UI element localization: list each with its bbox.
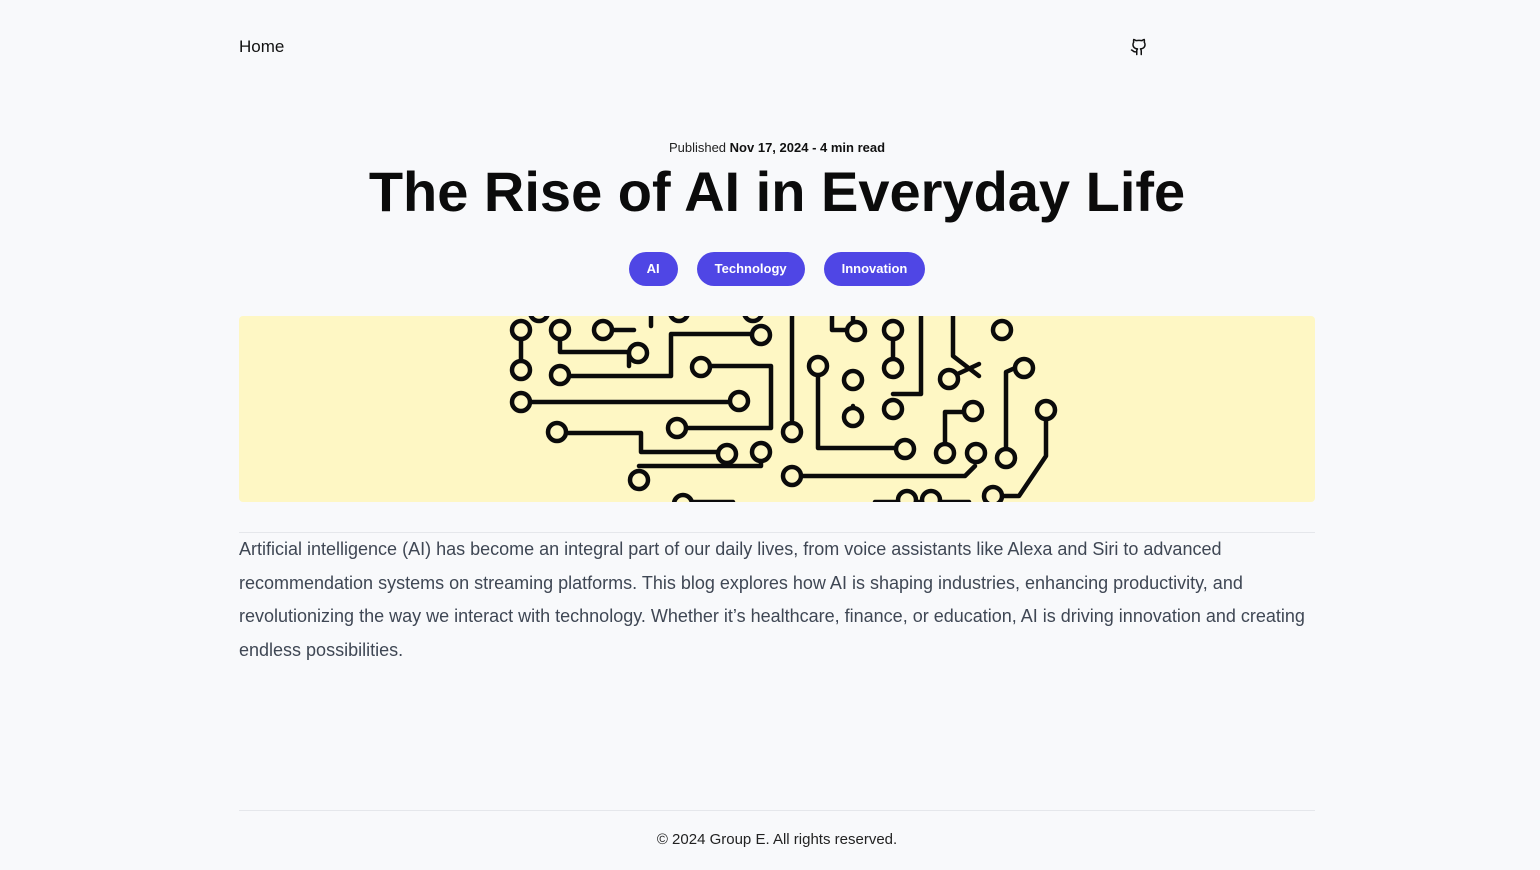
post-title: The Rise of AI in Everyday Life bbox=[368, 160, 1186, 223]
tag-innovation[interactable]: Innovation bbox=[823, 252, 926, 286]
circuit-board-illustration bbox=[509, 316, 1058, 502]
top-nav: Home bbox=[239, 36, 1149, 58]
post-body: Artificial intelligence (AI) has become … bbox=[239, 539, 1305, 660]
read-time: 4 min read bbox=[820, 140, 886, 155]
tag-ai[interactable]: AI bbox=[628, 252, 678, 286]
hero-image bbox=[239, 316, 1315, 502]
tag-list: AI Technology Innovation bbox=[0, 252, 1540, 286]
footer-divider bbox=[239, 810, 1315, 811]
github-icon[interactable] bbox=[1129, 36, 1149, 58]
published-date: Nov 17, 2024 bbox=[729, 140, 809, 155]
nav-home-link[interactable]: Home bbox=[239, 36, 284, 58]
footer-copyright: © 2024 Group E. All rights reserved. bbox=[656, 831, 898, 848]
tag-technology[interactable]: Technology bbox=[696, 252, 805, 286]
meta-separator: - bbox=[808, 140, 821, 155]
published-prefix: Published bbox=[668, 140, 727, 155]
post-meta: Published Nov 17, 2024 - 4 min read bbox=[0, 139, 1540, 157]
